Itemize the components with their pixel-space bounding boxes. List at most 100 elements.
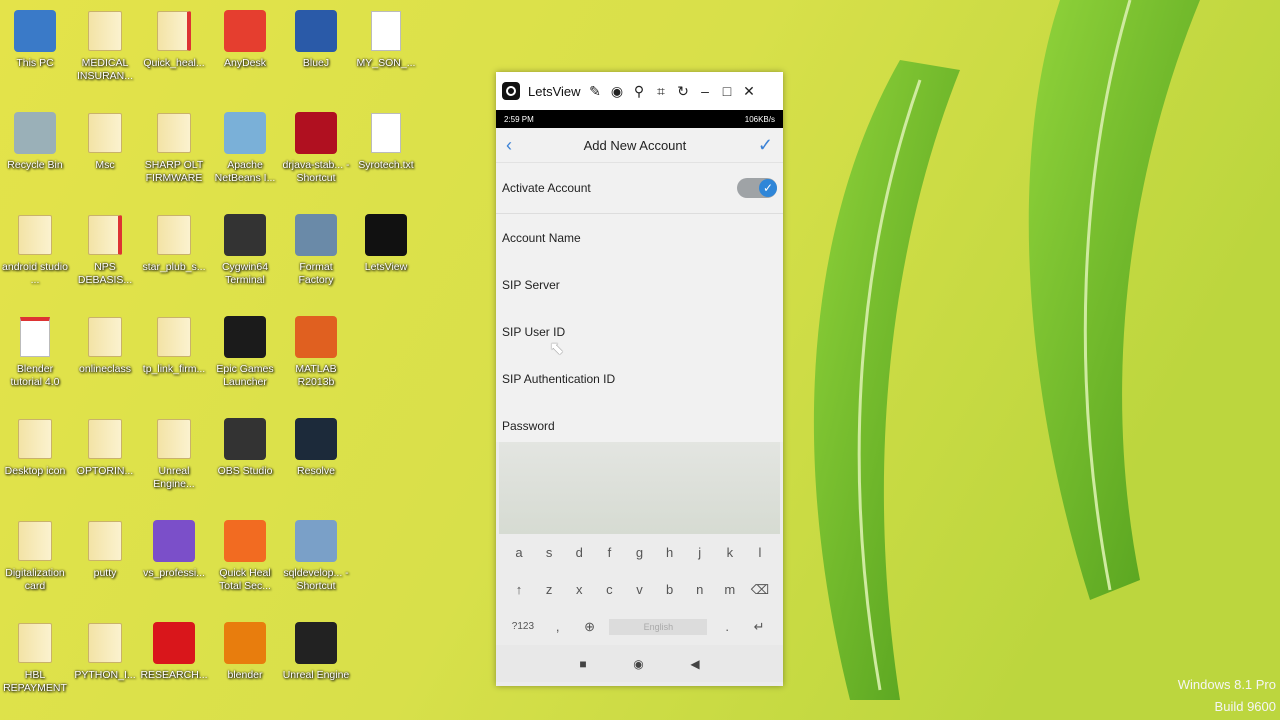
key-k[interactable]: k (718, 545, 742, 560)
key-g[interactable]: g (627, 545, 651, 560)
confirm-check-icon[interactable]: ✓ (758, 135, 773, 156)
desktop-icon-31[interactable]: Quick Heal Total Sec... (210, 518, 280, 593)
desktop-icon-1[interactable]: MEDICAL INSURAN... (70, 8, 140, 83)
sip-auth-id-field[interactable]: SIP Authentication ID (496, 355, 783, 402)
phone-status-bar: 2:59 PM 106KB/s (496, 110, 783, 128)
key-x[interactable]: x (567, 582, 591, 597)
desktop-icon-37[interactable]: Unreal Engine (281, 620, 351, 682)
key-c[interactable]: c (597, 582, 621, 597)
comma-key[interactable]: , (546, 619, 570, 634)
desktop-icon-12[interactable]: android studio ... (0, 212, 70, 287)
crop-icon[interactable]: ⌗ (650, 83, 672, 100)
key-b[interactable]: b (658, 582, 682, 597)
desktop-icon-34[interactable]: PYTHON_I... (70, 620, 140, 682)
drjava-icon (293, 110, 339, 156)
home-icon[interactable]: ◉ (633, 657, 643, 671)
computer-icon (12, 8, 58, 54)
desktop-icon-label: onlineclass (79, 363, 131, 375)
desktop-icon-24[interactable]: OPTORIN... (70, 416, 140, 478)
backspace-key-icon[interactable]: ⌫ (748, 582, 772, 598)
soft-keyboard[interactable]: asdfghjkl ↑ z x c v b n m ⌫ ?123 , ⊕ English . … (496, 442, 783, 686)
desktop-icon-21[interactable]: Epic Games Launcher (210, 314, 280, 389)
desktop-icon-29[interactable]: putty (70, 518, 140, 580)
desktop-icon-0[interactable]: This PC (0, 8, 70, 70)
desktop-icon-33[interactable]: HBL REPAYMENT (0, 620, 70, 695)
desktop-icon-14[interactable]: star_plub_s... (139, 212, 209, 274)
desktop-icon-label: Msc (95, 159, 115, 171)
screen-title: Add New Account (583, 137, 687, 153)
back-chevron-icon[interactable]: ‹ (506, 135, 512, 156)
desktop-icon-2[interactable]: Quick_heal... (139, 8, 209, 70)
windows-version: Windows 8.1 Pro (1177, 677, 1276, 692)
rotate-icon[interactable]: ↻ (672, 83, 694, 100)
num-key[interactable]: ?123 (508, 621, 538, 632)
letsview-titlebar[interactable]: LetsView ✎ ◉ ⚲ ⌗ ↻ – □ ✕ (496, 72, 783, 110)
desktop-icon-26[interactable]: OBS Studio (210, 416, 280, 478)
account-name-field[interactable]: Account Name (496, 214, 783, 261)
desktop-icon-10[interactable]: drjava-stab... - Shortcut (281, 110, 351, 185)
desktop-icon-18[interactable]: Blender tutorial 4.0 (0, 314, 70, 389)
folder-icon (82, 620, 128, 666)
close-icon[interactable]: ✕ (738, 83, 760, 100)
recent-apps-icon[interactable]: ■ (579, 657, 586, 671)
sip-server-field[interactable]: SIP Server (496, 261, 783, 308)
shift-key-icon[interactable]: ↑ (507, 582, 531, 597)
desktop-icon-4[interactable]: BlueJ (281, 8, 351, 70)
desktop-icon-23[interactable]: Desktop icon (0, 416, 70, 478)
desktop-icon-35[interactable]: RESEARCH... (139, 620, 209, 682)
key-s[interactable]: s (537, 545, 561, 560)
pen-icon[interactable]: ✎ (584, 83, 606, 100)
desktop-icon-16[interactable]: Format Factory (281, 212, 351, 287)
key-v[interactable]: v (627, 582, 651, 597)
key-z[interactable]: z (537, 582, 561, 597)
pin-icon[interactable]: ⚲ (628, 83, 650, 100)
desktop-icon-label: Quick_heal... (143, 57, 205, 69)
davinci-resolve-icon (293, 416, 339, 462)
globe-icon[interactable]: ⊕ (578, 619, 602, 635)
desktop-icon-label: OBS Studio (217, 465, 273, 477)
desktop-icon-22[interactable]: MATLAB R2013b (281, 314, 351, 389)
desktop-icon-label: blender (227, 669, 263, 681)
key-m[interactable]: m (718, 582, 742, 597)
enter-key-icon[interactable]: ↵ (747, 619, 771, 635)
desktop-icon-8[interactable]: SHARP OLT FIRMWARE (139, 110, 209, 185)
desktop-icon-28[interactable]: Digitalization card (0, 518, 70, 593)
activate-account-toggle[interactable]: ✓ (737, 178, 777, 198)
desktop-icon-15[interactable]: Cygwin64 Terminal (210, 212, 280, 287)
desktop-icon-11[interactable]: Syrotech.txt (351, 110, 421, 172)
desktop-icon-27[interactable]: Resolve (281, 416, 351, 478)
desktop-icon-13[interactable]: NPS DEBASIS... (70, 212, 140, 287)
maximize-icon[interactable]: □ (716, 83, 738, 99)
desktop-icon-9[interactable]: Apache NetBeans I... (210, 110, 280, 185)
key-h[interactable]: h (658, 545, 682, 560)
sip-user-id-field[interactable]: SIP User ID (496, 308, 783, 355)
windows-build: Build 9600 (1214, 699, 1276, 714)
key-j[interactable]: j (688, 545, 712, 560)
key-f[interactable]: f (597, 545, 621, 560)
desktop-icon-19[interactable]: onlineclass (70, 314, 140, 376)
desktop-icon-6[interactable]: Recycle Bin (0, 110, 70, 172)
desktop-icon-5[interactable]: MY_SON_... (351, 8, 421, 70)
key-a[interactable]: a (507, 545, 531, 560)
record-icon[interactable]: ◉ (606, 83, 628, 100)
desktop-icon-25[interactable]: Unreal Engine... (139, 416, 209, 491)
back-icon[interactable]: ◀ (690, 657, 699, 671)
desktop-icon-label: tp_link_firm... (142, 363, 206, 375)
desktop-icon-3[interactable]: AnyDesk (210, 8, 280, 70)
space-key[interactable]: English (609, 618, 708, 635)
desktop-icon-30[interactable]: vs_professi... (139, 518, 209, 580)
activate-account-row[interactable]: Activate Account ✓ (496, 163, 783, 214)
desktop-icon-17[interactable]: LetsView (351, 212, 421, 274)
period-key[interactable]: . (715, 619, 739, 634)
desktop-icon-7[interactable]: Msc (70, 110, 140, 172)
desktop-icon-20[interactable]: tp_link_firm... (139, 314, 209, 376)
letsview-window[interactable]: LetsView ✎ ◉ ⚲ ⌗ ↻ – □ ✕ 2:59 PM 106KB/s… (496, 72, 783, 686)
key-l[interactable]: l (748, 545, 772, 560)
key-d[interactable]: d (567, 545, 591, 560)
pdf-folder-icon (82, 212, 128, 258)
keyboard-row-3: ?123 , ⊕ English . ↵ (496, 608, 783, 645)
minimize-icon[interactable]: – (694, 83, 716, 99)
key-n[interactable]: n (688, 582, 712, 597)
desktop-icon-32[interactable]: sqldevelop... - Shortcut (281, 518, 351, 593)
desktop-icon-36[interactable]: blender (210, 620, 280, 682)
